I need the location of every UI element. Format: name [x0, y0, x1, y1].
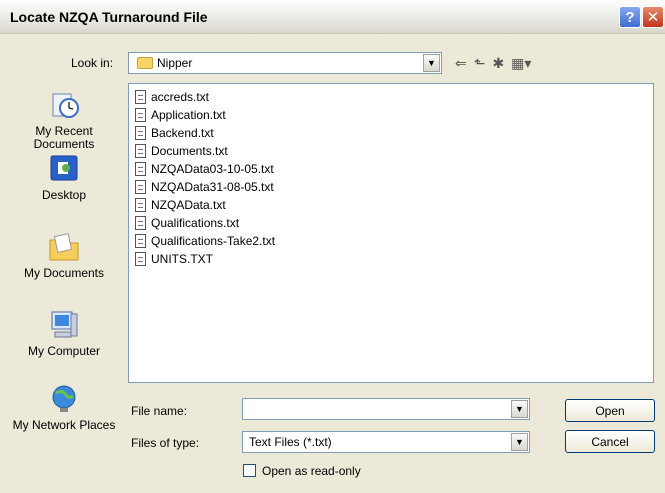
- text-file-icon: [135, 90, 146, 104]
- file-name: Qualifications.txt: [151, 216, 240, 230]
- up-folder-icon[interactable]: ⬑: [474, 55, 486, 72]
- read-only-checkbox[interactable]: [243, 464, 256, 477]
- file-type-dropdown[interactable]: Text Files (*.txt) ▼: [242, 431, 530, 453]
- file-item[interactable]: Qualifications-Take2.txt: [135, 232, 275, 250]
- help-button[interactable]: ?: [619, 6, 641, 28]
- file-name: Backend.txt: [151, 126, 214, 140]
- place-network-places[interactable]: My Network Places: [8, 382, 120, 432]
- text-file-icon: [135, 252, 146, 266]
- file-name: Application.txt: [151, 108, 226, 122]
- file-item[interactable]: NZQAData31-08-05.txt: [135, 178, 274, 196]
- views-menu-icon[interactable]: ▦▾: [511, 55, 531, 72]
- look-in-value: Nipper: [157, 56, 193, 70]
- file-item[interactable]: NZQAData.txt: [135, 196, 226, 214]
- file-item[interactable]: Backend.txt: [135, 124, 214, 142]
- file-name: Qualifications-Take2.txt: [151, 234, 276, 248]
- open-button[interactable]: Open: [565, 399, 655, 422]
- dropdown-arrow-icon[interactable]: ▼: [511, 400, 528, 418]
- title-bar: Locate NZQA Turnaround File ? ✕: [0, 0, 665, 34]
- dropdown-arrow-icon[interactable]: ▼: [511, 433, 528, 451]
- desktop-icon: [50, 155, 78, 181]
- file-name: NZQAData.txt: [151, 198, 226, 212]
- place-label: My Recent Documents: [33, 124, 95, 151]
- file-name-field[interactable]: ▼: [242, 398, 530, 420]
- network-places-icon: [52, 385, 76, 412]
- text-file-icon: [135, 216, 146, 230]
- look-in-dropdown[interactable]: Nipper ▼: [128, 52, 442, 74]
- file-name: NZQAData03-10-05.txt: [151, 162, 274, 176]
- file-name: NZQAData31-08-05.txt: [151, 180, 274, 194]
- place-label: Desktop: [41, 188, 87, 202]
- file-name: accreds.txt: [151, 90, 210, 104]
- place-desktop[interactable]: Desktop: [8, 152, 120, 202]
- file-item[interactable]: NZQAData03-10-05.txt: [135, 160, 274, 178]
- place-label: My Documents: [23, 266, 105, 280]
- file-item[interactable]: UNITS.TXT: [135, 250, 213, 268]
- file-list[interactable]: accreds.txt Application.txt Backend.txt …: [128, 83, 654, 383]
- place-label: My Computer: [27, 344, 101, 358]
- places-bar: My Recent Documents Desktop My Documents: [8, 88, 120, 488]
- dialog-body: Look in: Nipper ▼ ⇐ ⬑ ✱ ▦▾ My Recent Doc…: [0, 34, 665, 493]
- close-button[interactable]: ✕: [642, 6, 664, 28]
- cancel-button[interactable]: Cancel: [565, 430, 655, 453]
- place-my-documents[interactable]: My Documents: [8, 230, 120, 280]
- new-folder-icon[interactable]: ✱: [492, 55, 504, 72]
- read-only-label: Open as read-only: [262, 464, 361, 478]
- folder-icon: [137, 57, 153, 69]
- text-file-icon: [135, 234, 146, 248]
- dropdown-arrow-icon[interactable]: ▼: [423, 54, 440, 72]
- file-item[interactable]: accreds.txt: [135, 88, 209, 106]
- text-file-icon: [135, 162, 146, 176]
- text-file-icon: [135, 198, 146, 212]
- my-documents-icon: [49, 233, 79, 261]
- file-type-value: Text Files (*.txt): [249, 435, 332, 449]
- place-my-computer[interactable]: My Computer: [8, 308, 120, 358]
- recent-documents-icon: [52, 93, 79, 118]
- toolbar: ⇐ ⬑ ✱ ▦▾: [455, 52, 531, 74]
- text-file-icon: [135, 144, 146, 158]
- my-computer-icon: [51, 311, 78, 338]
- file-name: Documents.txt: [151, 144, 228, 158]
- text-file-icon: [135, 108, 146, 122]
- place-recent-documents[interactable]: My Recent Documents: [8, 88, 120, 151]
- file-item[interactable]: Documents.txt: [135, 142, 228, 160]
- file-item[interactable]: Qualifications.txt: [135, 214, 239, 232]
- back-icon[interactable]: ⇐: [455, 55, 467, 72]
- text-file-icon: [135, 126, 146, 140]
- file-name-label: File name:: [131, 404, 188, 418]
- file-item[interactable]: Application.txt: [135, 106, 226, 124]
- look-in-label: Look in:: [71, 56, 114, 70]
- file-name: UNITS.TXT: [151, 252, 213, 266]
- file-type-label: Files of type:: [131, 436, 200, 450]
- text-file-icon: [135, 180, 146, 194]
- dialog-title: Locate NZQA Turnaround File: [10, 9, 208, 25]
- place-label: My Network Places: [12, 418, 116, 432]
